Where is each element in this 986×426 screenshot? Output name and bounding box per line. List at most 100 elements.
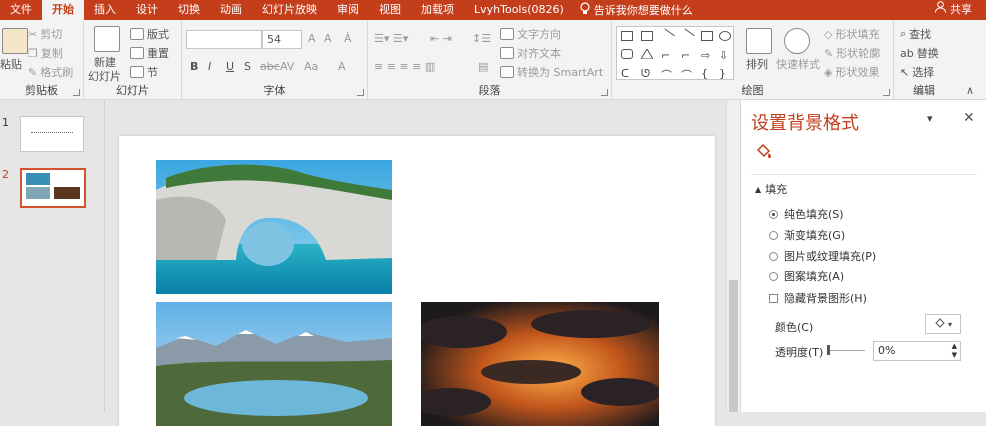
char-spacing-button[interactable]: AV <box>280 60 294 73</box>
paste-button[interactable]: 粘贴 <box>0 56 22 72</box>
italic-button[interactable]: I <box>208 60 211 73</box>
grow-font-button[interactable]: A <box>308 32 316 45</box>
text-direction-button[interactable]: 文字方向 <box>500 26 561 42</box>
rounded-rect-icon[interactable] <box>621 49 633 59</box>
scribble-icon[interactable]: ᘎ <box>641 67 653 80</box>
mountain-lake-image[interactable] <box>156 302 392 426</box>
find-button[interactable]: ⌕ 查找 <box>900 26 931 42</box>
tab-lvyhtools[interactable]: LvyhTools(0826) <box>464 0 574 20</box>
tab-insert[interactable]: 插入 <box>84 0 126 20</box>
tab-view[interactable]: 视图 <box>369 0 411 20</box>
shape-outline-button[interactable]: ✎ 形状轮廓 <box>824 45 880 61</box>
picture-fill-radio[interactable] <box>769 251 778 261</box>
align-text-button[interactable]: 对齐文本 <box>500 45 561 61</box>
right-brace-icon[interactable]: } <box>719 67 731 80</box>
tab-addins[interactable]: 加载项 <box>411 0 464 20</box>
textbox-v-shape-icon[interactable] <box>641 31 653 41</box>
tell-me-box[interactable]: 告诉我你想要做什么 <box>580 2 693 18</box>
slide-thumbnail-2[interactable] <box>20 168 86 208</box>
right-arrow-icon[interactable]: ⇨ <box>701 49 713 62</box>
hide-background-checkbox[interactable] <box>769 293 778 303</box>
sea-arch-image[interactable] <box>156 160 392 294</box>
shape-fill-button[interactable]: ◇ 形状填充 <box>824 26 879 42</box>
bullets-icon[interactable]: ☰▾ ☰▾ <box>374 32 408 45</box>
smartart-button[interactable]: 转换为 SmartArt <box>500 64 603 80</box>
columns-icon[interactable]: ▤ <box>478 60 488 73</box>
layout-button[interactable]: 版式 <box>130 26 169 42</box>
pattern-fill-option[interactable]: 图案填充(A) <box>769 268 844 284</box>
transparency-input[interactable]: 0% ▲ ▼ <box>873 341 961 361</box>
indent-icon[interactable]: ⇤ ⇥ <box>430 32 452 45</box>
slide[interactable] <box>119 136 715 426</box>
arc-icon[interactable]: ⌒ <box>681 67 693 82</box>
fill-section-header[interactable]: ▲ 填充 <box>755 181 787 197</box>
underline-button[interactable]: U <box>226 60 234 73</box>
slide-thumbnail-1[interactable] <box>20 116 84 152</box>
format-painter-button[interactable]: ✎ 格式刷 <box>28 64 73 80</box>
replace-button[interactable]: ab 替换 <box>900 45 939 61</box>
solid-fill-option[interactable]: 纯色填充(S) <box>769 206 844 222</box>
strikethrough-button[interactable]: abc <box>260 60 280 73</box>
scrollbar-thumb[interactable] <box>729 280 738 412</box>
left-brace-icon[interactable]: { <box>701 67 713 80</box>
clear-format-icon[interactable]: Ȧ <box>344 32 352 45</box>
clipboard-launcher-icon[interactable] <box>73 89 80 96</box>
triangle-icon[interactable] <box>640 48 654 60</box>
shapes-gallery[interactable]: ⌐ ⌐ ⇨ ⇩ ᑕ ᘎ ⌒ ⌒ { } <box>616 26 734 82</box>
tab-home[interactable]: 开始 <box>42 0 84 20</box>
hide-background-option[interactable]: 隐藏背景图形(H) <box>769 290 867 306</box>
select-button[interactable]: ↖ 选择 <box>900 64 934 80</box>
tab-slideshow[interactable]: 幻灯片放映 <box>252 0 327 20</box>
reset-button[interactable]: 重置 <box>130 45 169 61</box>
collapse-ribbon-icon[interactable]: ∧ <box>966 84 974 97</box>
textbox-shape-icon[interactable] <box>621 31 633 41</box>
pane-options-dropdown-icon[interactable]: ▾ <box>927 112 933 125</box>
curved-connector-icon[interactable]: ⌐ <box>681 49 693 62</box>
tab-transitions[interactable]: 切换 <box>168 0 210 20</box>
oval-shape-icon[interactable] <box>719 31 731 41</box>
cut-button[interactable]: ✂ 剪切 <box>28 26 62 42</box>
spinner-icon[interactable]: ▲ ▼ <box>952 342 957 360</box>
font-size-box[interactable]: 54 <box>262 30 302 49</box>
shrink-font-button[interactable]: A <box>324 32 332 45</box>
font-color-button[interactable]: A <box>338 60 346 73</box>
gradient-fill-option[interactable]: 渐变填充(G) <box>769 227 845 243</box>
transparency-slider-thumb[interactable] <box>827 345 830 355</box>
rect-shape-icon[interactable] <box>701 31 713 41</box>
freeform-icon[interactable]: ᑕ <box>621 67 633 80</box>
sunset-clouds-image[interactable] <box>421 302 659 426</box>
arrange-button[interactable]: 排列 <box>746 56 768 72</box>
tab-animations[interactable]: 动画 <box>210 0 252 20</box>
quick-styles-button[interactable]: 快速样式 <box>776 56 820 72</box>
color-picker-button[interactable]: ▾ <box>925 314 961 334</box>
tab-review[interactable]: 审阅 <box>327 0 369 20</box>
elbow-connector-icon[interactable]: ⌐ <box>661 49 673 62</box>
drawing-launcher-icon[interactable] <box>883 89 890 96</box>
tab-file[interactable]: 文件 <box>0 0 42 20</box>
section-button[interactable]: 节 <box>130 64 158 80</box>
solid-fill-radio[interactable] <box>769 209 778 219</box>
shape-effects-button[interactable]: ◈ 形状效果 <box>824 64 879 80</box>
font-name-box[interactable] <box>186 30 262 49</box>
change-case-button[interactable]: Aa <box>304 60 318 73</box>
pattern-fill-radio[interactable] <box>769 271 778 281</box>
line-shape-icon[interactable] <box>659 28 675 44</box>
line-spacing-icon[interactable]: ↕☰ <box>472 32 491 45</box>
close-icon[interactable]: ✕ <box>963 110 975 126</box>
bold-button[interactable]: B <box>190 60 198 73</box>
curve-icon[interactable]: ⌒ <box>661 67 673 82</box>
copy-button[interactable]: ❐ 复制 <box>28 45 63 61</box>
shadow-button[interactable]: S <box>244 60 251 73</box>
align-icons[interactable]: ≡ ≡ ≡ ≡ ▥ <box>374 60 435 73</box>
font-launcher-icon[interactable] <box>357 89 364 96</box>
fill-tab-icon[interactable] <box>755 142 773 163</box>
gradient-fill-radio[interactable] <box>769 230 778 240</box>
vertical-scrollbar[interactable] <box>726 100 740 412</box>
share-button[interactable]: 共享 <box>935 0 972 20</box>
paragraph-launcher-icon[interactable] <box>601 89 608 96</box>
transparency-slider-track[interactable] <box>827 350 865 351</box>
tab-design[interactable]: 设计 <box>126 0 168 20</box>
down-arrow-icon[interactable]: ⇩ <box>719 49 731 62</box>
picture-fill-option[interactable]: 图片或纹理填充(P) <box>769 248 876 264</box>
arrow-shape-icon[interactable] <box>679 28 695 44</box>
